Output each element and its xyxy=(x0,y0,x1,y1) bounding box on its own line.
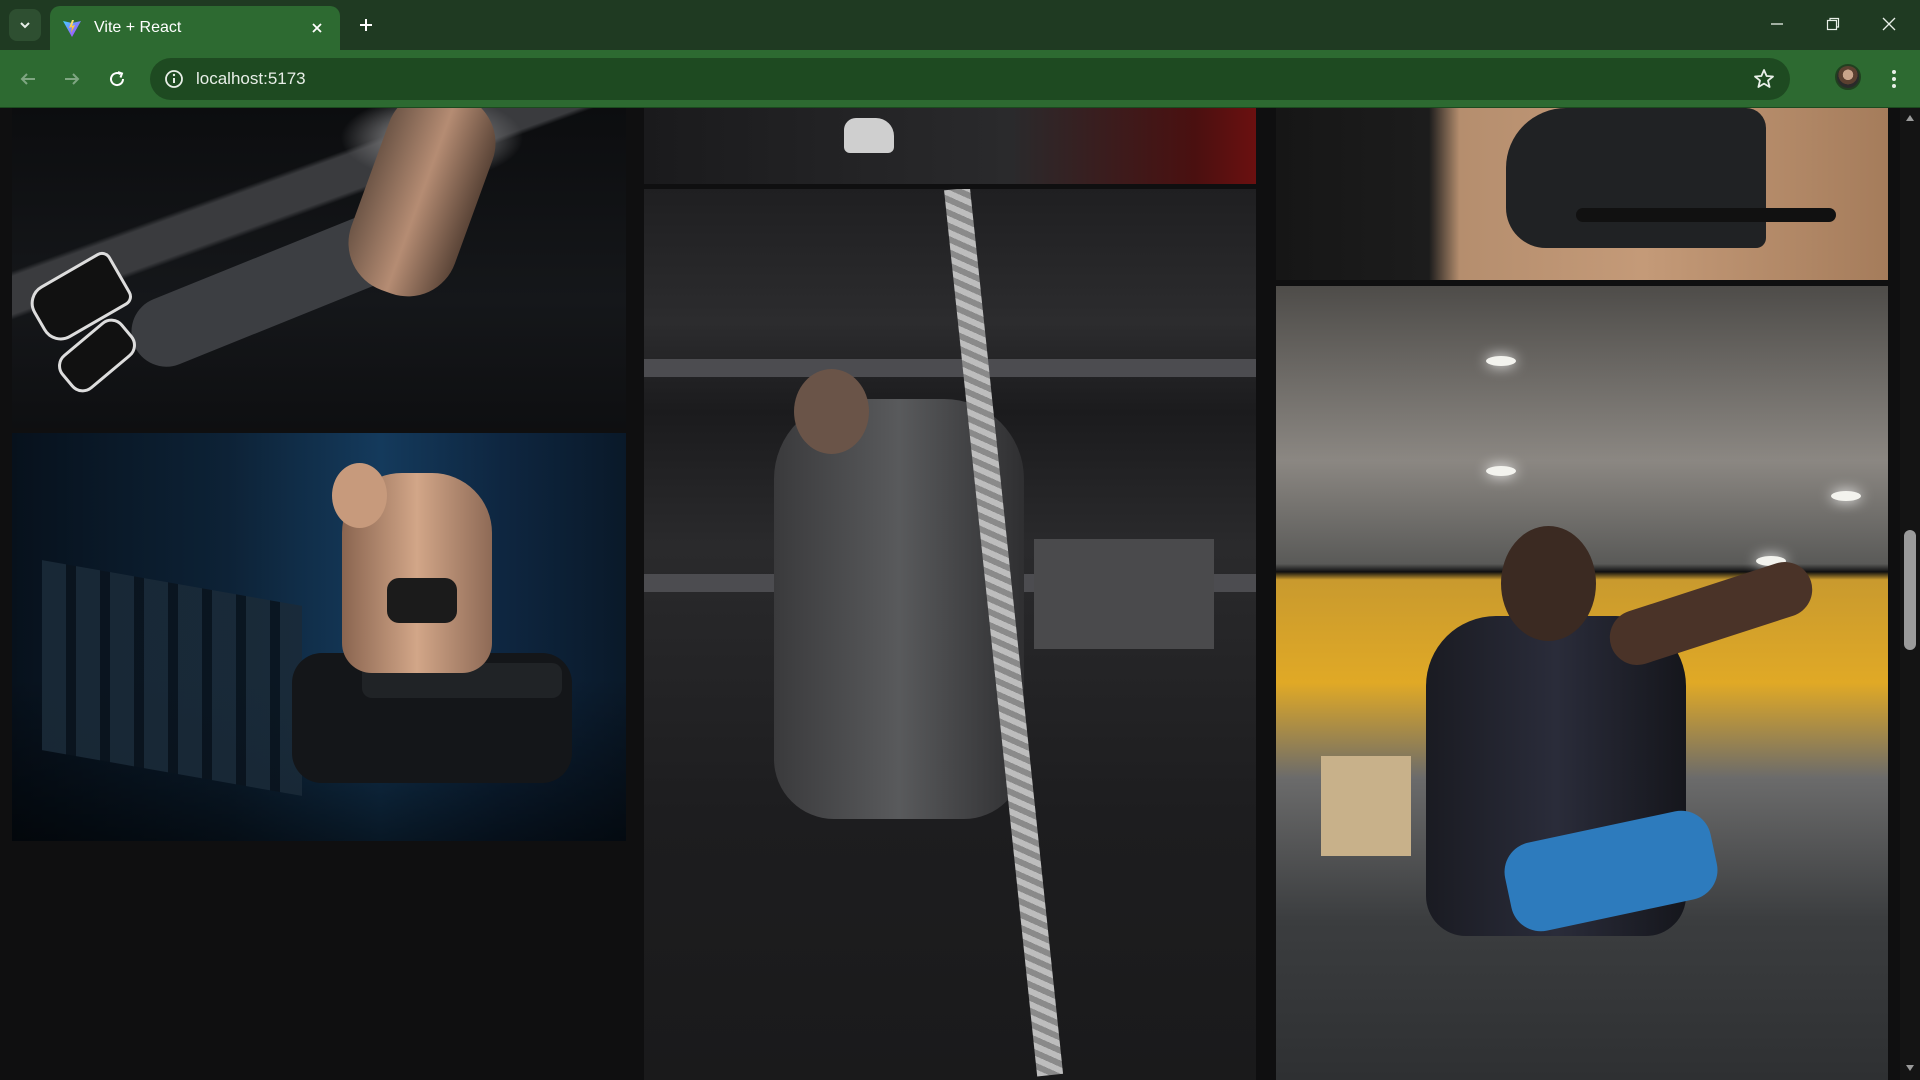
gallery-photo-pushup[interactable] xyxy=(1276,286,1888,1080)
photo-detail xyxy=(1602,554,1820,673)
photo-detail xyxy=(1506,108,1766,248)
gallery-photo-exercise-bike[interactable] xyxy=(1276,108,1888,280)
photo-detail xyxy=(844,118,894,153)
photo-detail xyxy=(1831,491,1861,501)
info-icon xyxy=(165,70,183,88)
triangle-down-icon xyxy=(1906,1065,1914,1071)
browser-toolbar: localhost:5173 xyxy=(0,50,1920,108)
site-info-button[interactable] xyxy=(154,58,194,100)
gallery-photo-dumbbell-curl[interactable] xyxy=(12,433,626,841)
tab-search-button[interactable] xyxy=(9,9,41,41)
forward-button[interactable] xyxy=(56,63,88,95)
photo-detail xyxy=(1576,208,1836,222)
forward-arrow-icon xyxy=(65,73,80,85)
photo-detail xyxy=(332,463,387,528)
photo-detail xyxy=(387,578,457,623)
gallery-photo-jumping-man[interactable] xyxy=(12,108,626,428)
address-bar[interactable]: localhost:5173 xyxy=(150,58,1790,100)
gallery-photo-rope-climb[interactable] xyxy=(644,189,1256,1080)
profile-avatar[interactable] xyxy=(1835,64,1861,90)
star-icon[interactable] xyxy=(1752,67,1776,91)
plus-icon xyxy=(360,19,372,31)
photo-detail xyxy=(1486,466,1516,476)
vite-icon xyxy=(63,20,81,37)
browser-tab-strip: Vite + React xyxy=(0,0,1920,50)
triangle-up-icon xyxy=(1906,115,1914,121)
photo-detail xyxy=(1321,756,1411,856)
photo-detail xyxy=(644,359,1256,377)
photo-detail xyxy=(42,560,302,796)
back-button[interactable] xyxy=(12,63,44,95)
reload-button[interactable] xyxy=(101,63,133,95)
close-icon xyxy=(1882,17,1896,31)
photo-detail xyxy=(1486,356,1516,366)
scroll-up-button[interactable] xyxy=(1904,112,1916,124)
photo-detail xyxy=(794,369,869,454)
tab-title: Vite + React xyxy=(94,19,182,36)
photo-detail xyxy=(1501,526,1596,641)
new-tab-button[interactable] xyxy=(352,11,380,39)
page-scrollbar[interactable] xyxy=(1900,108,1920,1080)
close-window-button[interactable] xyxy=(1866,8,1912,40)
minimize-icon xyxy=(1771,23,1783,25)
gallery-photo-gym-floor[interactable] xyxy=(644,108,1256,184)
browser-menu-button[interactable] xyxy=(1880,63,1908,95)
minimize-button[interactable] xyxy=(1754,8,1800,40)
restore-button[interactable] xyxy=(1810,8,1856,40)
chevron-down-icon xyxy=(20,22,30,29)
more-vertical-icon xyxy=(1892,70,1896,88)
close-icon xyxy=(312,23,322,33)
browser-tab-active[interactable]: Vite + React xyxy=(50,6,340,50)
page-content xyxy=(0,108,1920,1080)
back-arrow-icon xyxy=(20,73,35,85)
photo-detail xyxy=(1034,539,1214,649)
scrollbar-thumb[interactable] xyxy=(1904,530,1916,650)
reload-icon xyxy=(110,71,125,87)
restore-icon xyxy=(1826,17,1840,31)
tab-close-button[interactable] xyxy=(306,17,328,39)
address-bar-url: localhost:5173 xyxy=(196,69,306,88)
scroll-down-button[interactable] xyxy=(1904,1062,1916,1074)
